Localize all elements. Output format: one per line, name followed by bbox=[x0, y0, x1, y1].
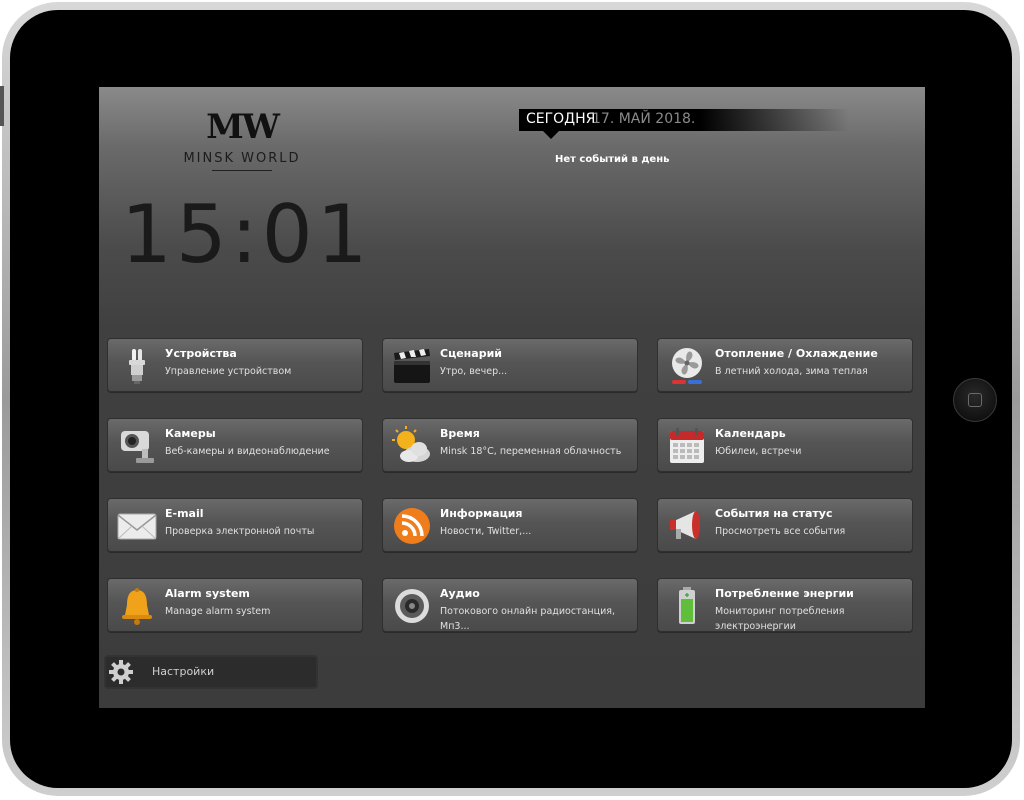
tile-title: Камеры bbox=[165, 427, 216, 440]
tile-subtitle: Утро, вечер... bbox=[440, 366, 508, 377]
tile-title: Потребление энергии bbox=[715, 587, 854, 600]
tile-subtitle: Просмотреть все события bbox=[715, 526, 846, 537]
tile-scenario[interactable]: Сценарий Утро, вечер... bbox=[382, 338, 638, 392]
no-events-text: Нет событий в день bbox=[555, 154, 670, 165]
logo-text: MINSK WORLD bbox=[183, 151, 301, 166]
tile-subtitle: В летний холода, зима теплая bbox=[715, 366, 868, 377]
tile-heating-cooling[interactable]: Отопление / Охлаждение В летний холода, … bbox=[657, 338, 913, 392]
tile-alarm-system[interactable]: Alarm system Manage alarm system bbox=[107, 578, 363, 632]
tile-events-status[interactable]: События на статус Просмотреть все событи… bbox=[657, 498, 913, 552]
date-value: 17. МАЙ 2018. bbox=[592, 111, 696, 127]
tile-title: Сценарий bbox=[440, 347, 502, 360]
date-today-label: СЕГОДНЯ bbox=[526, 111, 596, 127]
bell-icon bbox=[122, 588, 152, 625]
home-square-icon bbox=[968, 393, 982, 407]
tile-subtitle: Новости, Twitter,... bbox=[440, 526, 532, 537]
tile-subtitle: Веб-камеры и видеонаблюдение bbox=[165, 446, 330, 457]
tile-energy-consumption[interactable]: Потребление энергии Мониторинг потреблен… bbox=[657, 578, 913, 632]
tile-title: Устройства bbox=[165, 347, 237, 360]
tile-information[interactable]: Информация Новости, Twitter,... bbox=[382, 498, 638, 552]
speaker-icon bbox=[395, 589, 429, 623]
settings-label: Настройки bbox=[152, 665, 215, 678]
tile-title: События на статус bbox=[715, 507, 833, 520]
tile-calendar[interactable]: Календарь Юбилеи, встречи bbox=[657, 418, 913, 472]
tile-cameras[interactable]: Камеры Веб-камеры и видеонаблюдение bbox=[107, 418, 363, 472]
tile-title: Отопление / Охлаждение bbox=[715, 347, 878, 360]
tile-title: Информация bbox=[440, 507, 523, 520]
tile-subtitle: Minsk 18°C, переменная облачность bbox=[440, 446, 622, 457]
clapperboard-icon bbox=[394, 349, 430, 383]
camera-icon bbox=[121, 431, 154, 463]
rss-icon bbox=[394, 508, 430, 544]
clock: 15:01 bbox=[121, 188, 372, 281]
gear-icon bbox=[109, 660, 133, 684]
tile-subtitle: Юбилеи, встречи bbox=[715, 446, 802, 457]
tile-devices[interactable]: Устройства Управление устройством bbox=[107, 338, 363, 392]
tile-title: Календарь bbox=[715, 427, 786, 440]
tile-title: Время bbox=[440, 427, 480, 440]
tile-email[interactable]: E-mail Проверка электронной почты bbox=[107, 498, 363, 552]
tile-audio[interactable]: Аудио Потокового онлайн радиостанция, Мп… bbox=[382, 578, 638, 632]
fan-icon bbox=[672, 348, 702, 384]
light-bulb-icon bbox=[129, 349, 145, 384]
tile-subtitle: Мониторинг потребления электроэнергии bbox=[715, 606, 845, 632]
tile-title: Аудио bbox=[440, 587, 480, 600]
date-bar: СЕГОДНЯ 17. МАЙ 2018. bbox=[519, 109, 849, 139]
tile-subtitle: Manage alarm system bbox=[165, 606, 271, 617]
side-button bbox=[0, 86, 4, 126]
calendar-icon bbox=[670, 428, 704, 463]
settings-button[interactable]: Настройки bbox=[104, 655, 318, 689]
weather-icon bbox=[392, 426, 430, 462]
logo-mark: MW bbox=[206, 107, 280, 147]
logo-underline bbox=[212, 170, 272, 171]
logo: MW MINSK WORLD bbox=[174, 107, 310, 177]
tile-subtitle: Потокового онлайн радиостанция, Мп3... bbox=[440, 606, 615, 632]
tile-weather[interactable]: Время Minsk 18°C, переменная облачность bbox=[382, 418, 638, 472]
tile-subtitle: Проверка электронной почты bbox=[165, 526, 315, 537]
battery-icon bbox=[679, 587, 695, 624]
tile-title: Alarm system bbox=[165, 587, 250, 600]
envelope-icon bbox=[117, 513, 157, 540]
tile-subtitle: Управление устройством bbox=[165, 366, 292, 377]
date-pointer bbox=[543, 131, 559, 139]
home-button[interactable] bbox=[953, 378, 997, 422]
megaphone-icon bbox=[670, 511, 700, 539]
tile-title: E-mail bbox=[165, 507, 204, 520]
screen: MW MINSK WORLD 15:01 СЕГОДНЯ 17. МАЙ 201… bbox=[99, 87, 925, 708]
